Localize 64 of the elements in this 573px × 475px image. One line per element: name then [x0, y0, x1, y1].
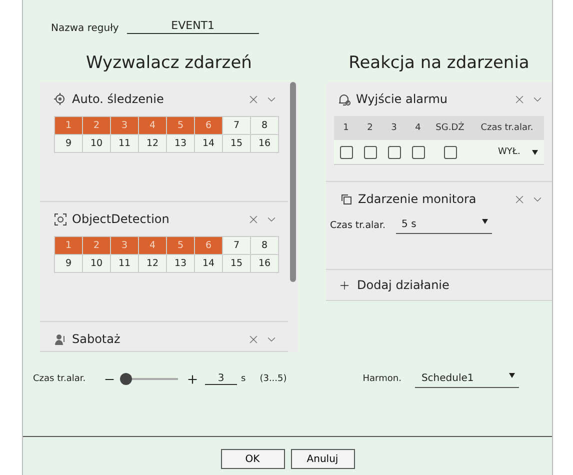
number-field[interactable]: 3 [205, 373, 237, 385]
column-header: 1 [342, 123, 350, 133]
channel-cell[interactable]: 12 [139, 255, 167, 273]
caret-icon [482, 219, 488, 224]
channel-cell[interactable]: 11 [111, 135, 139, 153]
field-label: Czas tr.alar. [33, 374, 87, 384]
add-action-button[interactable]: Dodaj działanie [326, 270, 552, 301]
focus-frame-icon [54, 212, 67, 226]
checkbox[interactable] [412, 146, 424, 158]
channel-cell[interactable]: 16 [251, 255, 279, 273]
trigger-name: Auto. śledzenie [72, 92, 165, 106]
channel-cell[interactable]: 12 [139, 135, 167, 153]
reaction-name: Zdarzenie monitora [358, 192, 478, 206]
unit-label: s [241, 374, 246, 384]
column-header: 4 [414, 123, 422, 133]
caret-icon [509, 373, 516, 378]
column-header: Czas tr.alar. [480, 123, 534, 133]
column-header: 3 [390, 123, 398, 133]
channel-cell[interactable]: 10 [83, 255, 111, 273]
bell-icon [338, 92, 351, 106]
duration-dropdown[interactable]: 5 s [396, 216, 492, 234]
channel-cell[interactable]: 8 [251, 117, 279, 135]
column-header: 2 [366, 123, 374, 133]
field-label: Harmon. [362, 374, 402, 384]
dialog-button[interactable]: OK [220, 449, 284, 469]
rule-name-field[interactable]: EVENT1 [126, 19, 259, 34]
caret-icon [532, 150, 538, 154]
checkbox[interactable] [364, 146, 376, 158]
copy-icon [340, 192, 353, 206]
range-label: (3...5) [260, 374, 287, 384]
plus-icon [338, 278, 351, 292]
duration-dropdown[interactable]: WYŁ. [470, 147, 544, 157]
channel-cell[interactable]: 10 [83, 135, 111, 153]
checkbox[interactable] [340, 146, 352, 158]
channel-cell[interactable]: 9 [55, 135, 83, 153]
column-title: Wyzwalacz zdarzeń [85, 52, 253, 75]
channel-cell[interactable]: 7 [223, 237, 251, 255]
channel-cell[interactable]: 13 [167, 255, 195, 273]
slider-thumb[interactable] [120, 373, 132, 385]
rule-name-label: Nazwa reguły [51, 23, 119, 34]
checkbox[interactable] [388, 146, 400, 158]
channel-cell[interactable]: 9 [55, 255, 83, 273]
channel-cell[interactable]: 15 [223, 255, 251, 273]
target-icon [54, 92, 67, 106]
channel-cell[interactable]: 13 [167, 135, 195, 153]
channel-cell[interactable]: 7 [223, 117, 251, 135]
reaction-name: Wyjście alarmu [356, 92, 449, 106]
field-label: Czas tr.alar. [330, 220, 386, 230]
plus-icon[interactable] [186, 372, 199, 386]
channel-cell[interactable]: 15 [223, 135, 251, 153]
schedule-dropdown[interactable]: Schedule1 [415, 370, 520, 388]
channel-cell[interactable]: 11 [111, 255, 139, 273]
person-icon [54, 332, 67, 346]
scrollbar[interactable] [290, 82, 296, 282]
channel-cell[interactable]: 8 [251, 237, 279, 255]
column-title: Reakcja na zdarzenia [348, 52, 530, 75]
trigger-name: Sabotaż [72, 332, 122, 346]
checkbox[interactable] [444, 146, 456, 158]
dialog-button[interactable]: Anuluj [290, 449, 354, 469]
channel-cell[interactable]: 14 [195, 255, 223, 273]
channel-cell[interactable]: 16 [251, 135, 279, 153]
trigger-name: ObjectDetection [72, 212, 170, 226]
channel-cell[interactable]: 14 [195, 135, 223, 153]
column-header: SG.DŻ [434, 123, 466, 133]
